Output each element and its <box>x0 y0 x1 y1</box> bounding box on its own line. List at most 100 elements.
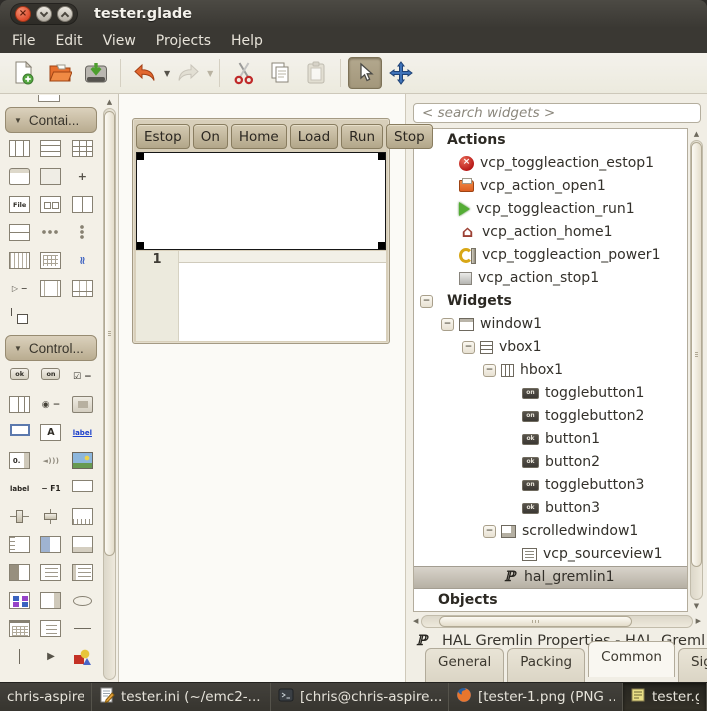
menu-projects[interactable]: Projects <box>146 30 221 52</box>
tree-row[interactable]: button3 <box>414 497 687 520</box>
palette-scrollbar-thumb[interactable] <box>104 111 115 556</box>
taskbar-item[interactable]: tester.ini (~/emc2-... <box>92 683 271 711</box>
dropdown-arrow-icon[interactable]: ▼ <box>207 69 213 78</box>
scroll-down-icon[interactable]: ▼ <box>694 600 699 612</box>
tree-expander[interactable]: − <box>462 341 475 354</box>
iconview-grid-icon[interactable] <box>40 252 61 269</box>
selection-handle[interactable] <box>137 153 144 160</box>
palette-scrollbar-trough[interactable] <box>103 108 116 680</box>
menu-edit[interactable]: Edit <box>45 30 92 52</box>
expander-icon[interactable] <box>9 280 30 297</box>
volumebutton-icon[interactable] <box>40 452 61 469</box>
tree-expander[interactable]: − <box>420 295 433 308</box>
selection-handle[interactable] <box>378 242 385 249</box>
design-canvas[interactable]: EstopOnHomeLoadRunStop 1 <box>119 94 406 682</box>
cut-button[interactable] <box>227 57 261 89</box>
tree-expander[interactable]: − <box>483 525 496 538</box>
textview-alt-icon[interactable] <box>72 564 93 581</box>
tree-row[interactable]: −scrolledwindow1 <box>414 520 687 543</box>
notebook-icon[interactable] <box>40 196 61 213</box>
arrow-icon[interactable] <box>40 648 61 665</box>
save-file-button[interactable] <box>79 57 113 89</box>
table-icon[interactable] <box>72 140 93 157</box>
ellipse-icon[interactable] <box>72 592 93 609</box>
drawingarea-icon[interactable] <box>72 648 93 665</box>
taskbar-item[interactable]: chris-aspire... <box>0 683 92 711</box>
tree-row[interactable]: hal_gremlin1 <box>414 566 687 589</box>
tree-row[interactable]: vcp_toggleaction_power1 <box>414 244 687 267</box>
tab-general[interactable]: General <box>425 648 504 682</box>
minimize-button-icon[interactable] <box>36 6 52 22</box>
radiobutton-icon[interactable] <box>40 396 61 413</box>
selection-handle[interactable] <box>378 153 385 160</box>
taskbar-item[interactable]: [tester-1.png (PNG ... <box>449 683 623 711</box>
custom-widget-icon[interactable] <box>72 252 93 269</box>
spinbutton-icon[interactable] <box>9 452 30 469</box>
design-button-home[interactable]: Home <box>231 124 287 149</box>
undo-button[interactable] <box>128 57 162 89</box>
design-sourceview[interactable]: 1 <box>136 251 386 341</box>
cellview-icon[interactable] <box>40 592 61 609</box>
clipped-widget-icon[interactable] <box>38 95 60 102</box>
tree-row[interactable]: −vbox1 <box>414 336 687 359</box>
search-input[interactable] <box>413 103 701 123</box>
image-icon[interactable] <box>72 452 93 469</box>
textview-icon[interactable] <box>40 564 61 581</box>
hbuttonbox-icon[interactable] <box>40 224 61 241</box>
tree-row[interactable]: vcp_sourceview1 <box>414 543 687 566</box>
hruler-icon[interactable] <box>72 508 93 525</box>
palette-scrollbar[interactable]: ▲ <box>102 96 117 680</box>
label-icon[interactable] <box>9 480 30 497</box>
palette-section-controls[interactable]: ▼Control... <box>5 335 97 361</box>
textentry-icon[interactable] <box>72 480 93 492</box>
fixed-icon[interactable] <box>72 168 93 185</box>
radiobutton-box-icon[interactable] <box>9 396 30 413</box>
layout-icon[interactable] <box>9 252 30 269</box>
tree-row[interactable]: −hbox1 <box>414 359 687 382</box>
viewport-icon[interactable] <box>40 280 61 297</box>
scroll-up-icon[interactable]: ▲ <box>694 128 699 140</box>
tree-row[interactable]: togglebutton3 <box>414 474 687 497</box>
entry-icon[interactable] <box>10 424 30 436</box>
design-button-stop[interactable]: Stop <box>386 124 433 149</box>
filechooser-widget-icon[interactable] <box>9 196 30 213</box>
tree-row[interactable]: −window1 <box>414 313 687 336</box>
vseparator-icon[interactable] <box>9 648 30 665</box>
tab-signals[interactable]: Signals <box>678 648 707 682</box>
hbox-icon[interactable] <box>9 140 30 157</box>
open-file-button[interactable] <box>43 57 77 89</box>
checkbutton-icon[interactable] <box>72 368 93 385</box>
fixed-placement-icon[interactable] <box>9 308 30 325</box>
tab-common[interactable]: Common <box>588 641 675 677</box>
tree-row[interactable]: button2 <box>414 451 687 474</box>
vbox-icon[interactable] <box>40 140 61 157</box>
tree-horizontal-scrollbar[interactable]: ◀ ▶ <box>413 615 701 628</box>
vpaned-icon[interactable] <box>9 224 30 241</box>
eventbox-icon[interactable] <box>9 564 30 581</box>
accellabel-icon[interactable] <box>40 480 61 497</box>
taskbar-item[interactable]: tester.gla... <box>623 683 707 711</box>
tree-scrollbar[interactable]: ▲ ▼ <box>688 128 705 612</box>
menu-view[interactable]: View <box>93 30 146 52</box>
tree-row[interactable]: button1 <box>414 428 687 451</box>
design-window-window1[interactable]: EstopOnHomeLoadRunStop 1 <box>132 118 390 344</box>
dropdown-arrow-icon[interactable]: ▼ <box>164 69 170 78</box>
togglebutton-icon[interactable] <box>41 368 60 380</box>
tree-row[interactable]: togglebutton2 <box>414 405 687 428</box>
drag-resize-button[interactable] <box>384 57 418 89</box>
tab-packing[interactable]: Packing <box>507 648 585 682</box>
toolbar-icon[interactable] <box>72 280 93 297</box>
maximize-button-icon[interactable] <box>57 6 73 22</box>
tree-row[interactable]: vcp_action_stop1 <box>414 267 687 290</box>
hpaned-icon[interactable] <box>72 196 93 213</box>
tree-row[interactable]: vcp_toggleaction_run1 <box>414 198 687 221</box>
tree-row[interactable]: vcp_action_open1 <box>414 175 687 198</box>
hscrollbar-trough[interactable] <box>421 615 692 628</box>
fontbutton-icon[interactable] <box>40 424 61 441</box>
button-icon[interactable] <box>10 368 29 380</box>
statusbar-icon[interactable] <box>72 536 93 553</box>
progressbar-icon[interactable] <box>40 536 61 553</box>
selected-hal-gremlin-widget[interactable] <box>136 152 386 250</box>
sourceview-text-area[interactable] <box>179 263 386 341</box>
design-button-run[interactable]: Run <box>341 124 383 149</box>
